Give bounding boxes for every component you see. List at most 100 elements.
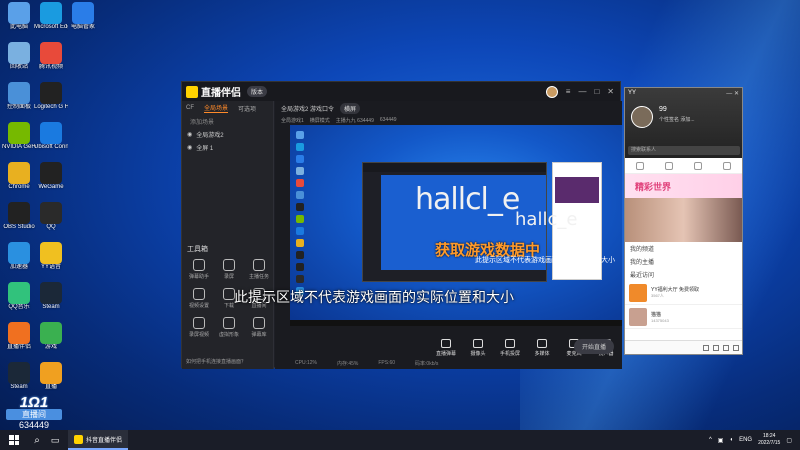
scene-item[interactable]: ◉ 全局游戏2 (182, 128, 273, 141)
desktop-shortcut[interactable]: Ubisoft Connect (34, 122, 68, 162)
desktop-shortcut[interactable]: 加速器 (2, 242, 36, 282)
tool-label: 虚拟形象 (218, 332, 239, 338)
language-indicator[interactable]: ENG (739, 437, 752, 443)
minimize-icon[interactable]: — (578, 87, 586, 96)
volume-icon[interactable]: ◖ (729, 437, 733, 443)
desktop-shortcut[interactable]: 直播伴侣 (2, 322, 36, 362)
desktop-shortcut-label: OBS Studio (3, 224, 35, 230)
add-scene-link[interactable]: 添加场景 (182, 115, 273, 128)
tool-item[interactable]: 弹幕库 (244, 317, 274, 338)
phone-connect-hint[interactable]: 如何把手机连接直播画面？ (186, 358, 246, 365)
subline-item[interactable]: 横屏模式 (310, 117, 330, 124)
desktop-shortcut[interactable]: 回收站 (2, 42, 36, 82)
tool-item[interactable]: 视频设置 (184, 288, 214, 309)
video-icon (296, 179, 304, 187)
play-icon[interactable] (703, 344, 709, 351)
tool-label: 弹幕助手 (188, 274, 209, 280)
taskbar-app-stream-companion[interactable]: 抖音直播伴侣 (68, 430, 129, 450)
multimedia-button[interactable]: 多媒体 (529, 338, 555, 357)
live-danmaku-button[interactable]: 直播弹幕 (433, 338, 459, 357)
desktop-shortcut[interactable]: NVIDIA GeForce (2, 122, 36, 162)
tool-item[interactable]: 录屏视频 (184, 317, 214, 338)
eye-icon[interactable]: ◉ (187, 144, 192, 151)
yy-tabs (625, 158, 742, 174)
menu-icon[interactable] (733, 344, 739, 351)
mail-icon[interactable] (713, 344, 719, 351)
tool-item[interactable]: 弹幕助手 (184, 259, 214, 280)
desktop-shortcut[interactable]: 此电脑 (2, 2, 36, 42)
list-item[interactable]: 猫猫 14375043 (625, 305, 742, 329)
tool-item[interactable]: 虚拟形象 (214, 317, 244, 338)
scene-item[interactable]: ◉ 全屏 1 (182, 141, 273, 154)
network-icon[interactable]: ▣ (718, 437, 724, 444)
version-tag[interactable]: 版本 (247, 86, 268, 97)
tab-home-icon[interactable] (635, 161, 644, 170)
camera-button[interactable]: 摄像头 (465, 338, 491, 357)
preview-desktop-icons (296, 129, 326, 299)
maximize-icon[interactable]: □ (594, 87, 599, 96)
desktop-shortcut[interactable]: YY语音 (34, 242, 68, 282)
clock[interactable]: 18:24 2022/7/15 (758, 433, 780, 447)
tool-item[interactable]: 主播任务 (244, 259, 274, 280)
section-channels[interactable]: 我的频道 (625, 242, 742, 255)
desktop-shortcut[interactable]: 游戏 (34, 322, 68, 362)
scene-tabs: CF 全局场景 可选项 (182, 101, 273, 115)
phone-cast-button[interactable]: 手机投屏 (497, 338, 523, 357)
control-panel-icon (8, 82, 30, 104)
search-input[interactable]: 搜索联系人 (628, 146, 740, 155)
tab-group-icon[interactable] (694, 161, 703, 170)
tool-label: 弹幕库 (251, 332, 267, 338)
tab-global-scene[interactable]: 全局场景 (204, 103, 229, 113)
watermark-text: hallcl_e (415, 182, 520, 217)
obs-icon (8, 202, 30, 224)
desktop-shortcut-label: 加速器 (9, 264, 28, 270)
close-icon[interactable]: ✕ (607, 87, 614, 96)
desktop-shortcut[interactable]: 控制面板 (2, 82, 36, 122)
task-view-icon[interactable]: ▭ (46, 430, 64, 450)
chevron-up-icon[interactable]: ^ (709, 437, 712, 443)
tool-label: 视频设置 (188, 303, 209, 309)
banner-photo[interactable] (625, 198, 742, 242)
desktop-shortcut[interactable]: 腾讯视频 (34, 42, 68, 82)
start-button[interactable] (0, 430, 28, 450)
eye-icon[interactable]: ◉ (187, 131, 192, 138)
gear-icon[interactable] (723, 344, 729, 351)
notification-icon[interactable]: ▢ (786, 437, 792, 444)
desktop-shortcut[interactable]: QQ (34, 202, 68, 242)
desktop-shortcut[interactable]: WeGame (34, 162, 68, 202)
section-streamers[interactable]: 我的主播 (625, 255, 742, 268)
desktop-shortcut[interactable]: Steam (34, 282, 68, 322)
nvidia-icon (296, 215, 304, 223)
tab-options[interactable]: 可选项 (238, 104, 256, 113)
item-title: YY福利大厅 免费领取 (651, 287, 700, 293)
tab-contacts-icon[interactable] (664, 161, 673, 170)
yy-user-name: 99 (659, 106, 667, 113)
wegame-icon (40, 162, 62, 184)
steam-icon (8, 362, 30, 384)
desktop-shortcut-label: Microsoft Edge (34, 24, 68, 30)
avatar[interactable] (631, 106, 653, 128)
yy-window-controls[interactable]: — ✕ (726, 90, 739, 97)
section-recent[interactable]: 最近访问 (625, 268, 742, 281)
desktop-shortcut[interactable]: 电脑管家 (66, 2, 100, 42)
start-live-button[interactable]: 开始直播 (573, 339, 614, 354)
desktop-shortcut[interactable]: Logitech G HUB (34, 82, 68, 122)
desktop-shortcut[interactable]: OBS Studio (2, 202, 36, 242)
yy-banner[interactable]: 精彩世界 (625, 174, 742, 198)
badge-room-id: 634449 (18, 420, 50, 430)
list-item[interactable]: YY福利大厅 免费领取 3567人 (625, 281, 742, 305)
tool-item[interactable]: 录屏 (214, 259, 244, 280)
desktop-shortcut[interactable]: Microsoft Edge (34, 2, 68, 42)
desktop-shortcut-label: QQ (46, 224, 56, 230)
yy-signature[interactable]: 个性签名 添加... (659, 116, 695, 123)
tab-grid-icon[interactable] (723, 161, 732, 170)
search-icon[interactable]: ⌕ (28, 430, 46, 450)
desktop-shortcut[interactable]: Chrome (2, 162, 36, 202)
menu-icon[interactable]: ≡ (566, 87, 571, 96)
desktop-shortcut-label: 回收站 (9, 64, 28, 70)
user-avatar[interactable] (545, 85, 558, 98)
desktop-shortcut[interactable]: QQ音乐 (2, 282, 36, 322)
subline-item: 634449 (379, 117, 397, 123)
tab-cf[interactable]: CF (186, 105, 194, 111)
orientation-tag[interactable]: 横屏 (340, 102, 361, 114)
